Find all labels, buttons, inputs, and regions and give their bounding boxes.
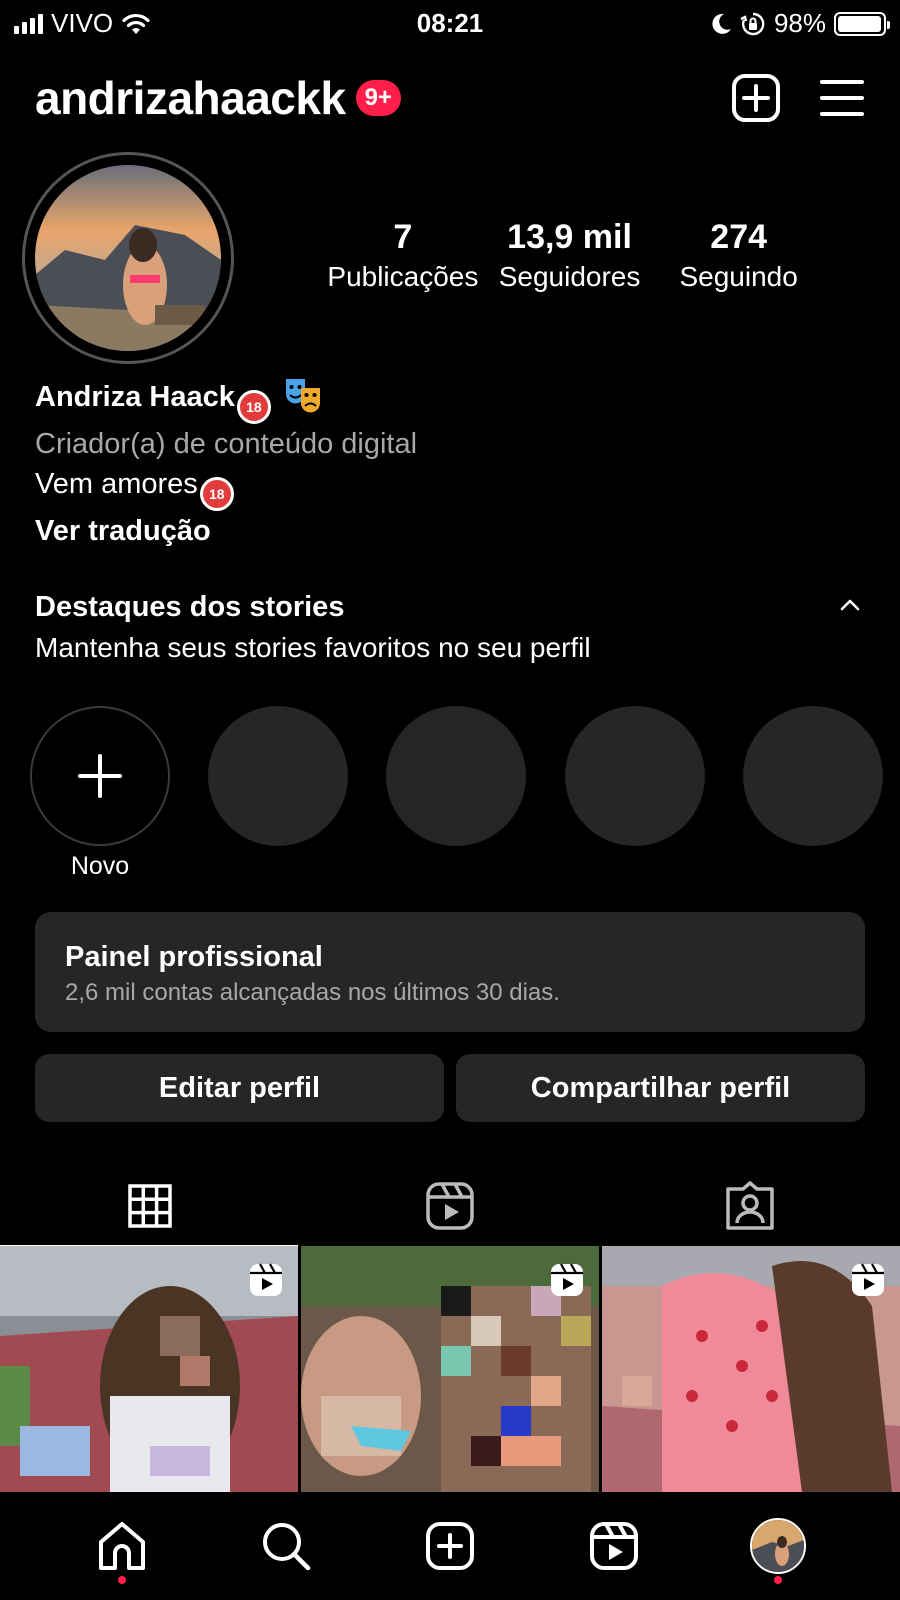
panel-subtitle: 2,6 mil contas alcançadas nos últimos 30… bbox=[65, 979, 560, 1006]
post-thumbnail[interactable] bbox=[602, 1246, 900, 1492]
stat-label: Seguindo bbox=[679, 261, 798, 292]
edit-profile-button[interactable]: Editar perfil bbox=[35, 1054, 444, 1122]
create-icon bbox=[426, 1522, 474, 1570]
nav-search[interactable] bbox=[246, 1506, 326, 1586]
battery-percent: 98% bbox=[773, 8, 826, 38]
tab-tagged[interactable] bbox=[600, 1166, 900, 1246]
post-thumbnail[interactable] bbox=[301, 1246, 599, 1492]
profile-bio: Andriza Haack 18 Criador(a) de conteúdo d… bbox=[35, 376, 855, 551]
share-profile-button[interactable]: Compartilhar perfil bbox=[456, 1054, 865, 1122]
display-name-row: Andriza Haack 18 bbox=[35, 376, 855, 424]
rotation-lock-icon bbox=[740, 12, 765, 35]
stat-following[interactable]: 274 Seguindo bbox=[655, 215, 822, 295]
no-under-18-emoji-icon: 18 bbox=[236, 390, 271, 424]
nav-profile[interactable] bbox=[738, 1506, 818, 1586]
tagged-icon bbox=[726, 1181, 774, 1230]
see-translation-link[interactable]: Ver tradução bbox=[35, 511, 855, 551]
profile-avatar[interactable] bbox=[22, 152, 234, 364]
panel-title: Painel profissional bbox=[65, 941, 323, 973]
reels-icon bbox=[426, 1182, 474, 1230]
highlight-placeholder bbox=[208, 706, 348, 846]
highlight-placeholder bbox=[743, 706, 883, 846]
stat-value: 13,9 mil bbox=[507, 218, 632, 256]
nav-home[interactable] bbox=[82, 1506, 162, 1586]
tab-grid[interactable] bbox=[0, 1166, 300, 1248]
moon-icon bbox=[712, 13, 731, 34]
profile-category: Criador(a) de conteúdo digital bbox=[35, 428, 418, 460]
new-highlight-label: Novo bbox=[70, 852, 130, 880]
theater-masks-icon bbox=[285, 379, 320, 413]
grid-icon bbox=[128, 1184, 172, 1228]
bio-line-row: Vem amores 18 bbox=[35, 464, 855, 511]
highlight-placeholder bbox=[386, 706, 526, 846]
reels-badge-icon bbox=[250, 1263, 282, 1296]
profile-avatar bbox=[750, 1518, 806, 1574]
display-name: Andriza Haack bbox=[35, 381, 235, 413]
stat-posts[interactable]: 7 Publicações bbox=[322, 215, 484, 295]
new-highlight-button[interactable] bbox=[30, 706, 170, 846]
highlights-subtitle: Mantenha seus stories favoritos no seu p… bbox=[35, 632, 591, 663]
tab-reels[interactable] bbox=[300, 1166, 600, 1246]
nav-create[interactable] bbox=[410, 1506, 490, 1586]
username[interactable]: andrizahaackk bbox=[35, 71, 346, 125]
professional-dashboard[interactable]: Painel profissional 2,6 mil contas alcan… bbox=[35, 912, 865, 1032]
status-right: 98% bbox=[710, 8, 890, 39]
status-bar: VIVO 08:21 98% bbox=[0, 0, 900, 46]
stat-value: 274 bbox=[710, 218, 768, 256]
reels-badge-icon bbox=[551, 1263, 583, 1296]
menu-icon[interactable] bbox=[819, 78, 865, 118]
home-icon bbox=[99, 1522, 145, 1570]
profile-stats: 7 Publicações 13,9 mil Seguidores 274 Se… bbox=[322, 215, 822, 295]
reels-badge-icon bbox=[852, 1263, 884, 1296]
plus-icon bbox=[78, 754, 122, 798]
stat-followers[interactable]: 13,9 mil Seguidores bbox=[484, 215, 656, 295]
profile-header: andrizahaackk 9+ bbox=[35, 66, 865, 130]
reels-icon bbox=[590, 1522, 638, 1570]
highlights-title: Destaques dos stories bbox=[35, 591, 345, 623]
no-under-18-emoji-icon: 18 bbox=[199, 477, 234, 511]
profile-photo bbox=[35, 165, 221, 351]
stat-label: Publicações bbox=[327, 261, 479, 292]
notification-badge[interactable]: 9+ bbox=[355, 80, 401, 116]
search-icon bbox=[263, 1523, 311, 1571]
highlight-placeholder bbox=[565, 706, 705, 846]
profile-tabs bbox=[0, 1166, 900, 1248]
notification-dot bbox=[118, 1576, 126, 1584]
stat-label: Seguidores bbox=[498, 261, 641, 292]
bottom-nav bbox=[0, 1492, 900, 1600]
post-thumbnail[interactable] bbox=[0, 1246, 298, 1492]
stat-value: 7 bbox=[393, 218, 413, 256]
new-post-icon[interactable] bbox=[731, 73, 781, 123]
nav-reels[interactable] bbox=[574, 1506, 654, 1586]
battery-icon bbox=[834, 11, 890, 36]
bio-line: Vem amores bbox=[35, 468, 198, 500]
highlights-header[interactable]: Destaques dos stories Mantenha seus stor… bbox=[35, 586, 865, 668]
post-grid bbox=[0, 1246, 900, 1492]
chevron-up-icon[interactable] bbox=[839, 598, 861, 612]
notification-dot bbox=[774, 1576, 782, 1584]
